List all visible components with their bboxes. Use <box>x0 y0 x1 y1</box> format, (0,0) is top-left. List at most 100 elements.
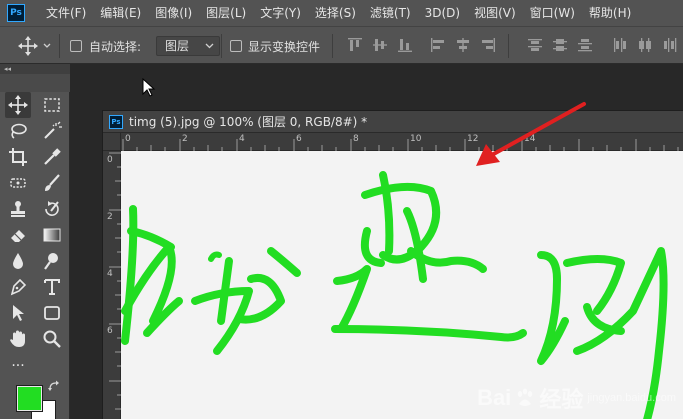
horizontal-ruler-ticks <box>122 139 679 151</box>
move-tool-icon <box>18 36 51 56</box>
ruler-label: 2 <box>182 134 188 144</box>
menu-filter[interactable]: 滤镜(T) <box>363 0 418 26</box>
distribute-vertical-centers-icon[interactable] <box>552 37 568 53</box>
menu-window[interactable]: 窗口(W) <box>523 0 582 26</box>
vertical-ruler-ticks <box>109 152 121 410</box>
ruler-label: 10 <box>410 134 422 144</box>
horizontal-ruler[interactable]: 0 2 4 6 8 10 12 14 <box>121 133 683 151</box>
swap-colors-icon[interactable] <box>48 380 60 392</box>
lasso-tool-button[interactable] <box>5 118 31 144</box>
crop-tool-button[interactable] <box>5 144 31 170</box>
align-left-edges-icon[interactable] <box>430 37 446 53</box>
blur-drop-icon <box>13 253 23 269</box>
crop-icon <box>9 148 27 166</box>
vertical-ruler[interactable]: 0 2 4 6 <box>103 151 121 419</box>
distribute-left-edges-icon[interactable] <box>612 37 628 53</box>
gradient-icon <box>43 228 61 242</box>
distribute-bottom-edges-icon[interactable] <box>577 37 593 53</box>
ruler-label: 6 <box>107 326 113 336</box>
auto-select-target-dropdown[interactable]: 图层 <box>156 36 220 56</box>
ruler-label: 2 <box>107 212 113 222</box>
type-tool-button[interactable] <box>39 274 65 300</box>
move-tool-icon <box>8 95 28 115</box>
align-bottom-edges-icon[interactable] <box>397 37 413 53</box>
blur-tool-button[interactable] <box>5 248 31 274</box>
menu-layer[interactable]: 图层(L) <box>199 0 253 26</box>
menu-view[interactable]: 视图(V) <box>467 0 523 26</box>
align-vertical-centers-icon[interactable] <box>372 37 388 53</box>
menu-3d[interactable]: 3D(D) <box>418 0 467 26</box>
watermark-url: jingyan.baidu.com <box>587 392 676 404</box>
healing-brush-icon <box>10 178 26 188</box>
brush-tool-button[interactable] <box>39 170 65 196</box>
show-transform-controls-checkbox[interactable] <box>230 40 242 52</box>
ruler-label: 6 <box>296 134 302 144</box>
show-transform-controls-label: 显示变换控件 <box>248 40 321 54</box>
ruler-label: 0 <box>107 155 113 165</box>
spot-healing-tool-button[interactable] <box>5 170 31 196</box>
eyedropper-icon <box>44 148 61 165</box>
baidu-watermark: Bai 经验 jingyan.baidu.com <box>477 382 676 414</box>
divider <box>59 34 60 58</box>
divider <box>221 34 222 58</box>
move-tool-button[interactable] <box>5 92 31 118</box>
rectangle-shape-icon <box>44 306 60 320</box>
dodge-tool-button[interactable] <box>39 248 65 274</box>
ruler-origin[interactable] <box>103 133 121 151</box>
tools-panel-grip[interactable] <box>0 74 70 92</box>
marquee-tool-button[interactable] <box>39 92 65 118</box>
distribute-top-edges-icon[interactable] <box>527 37 543 53</box>
menu-help[interactable]: 帮助(H) <box>582 0 638 26</box>
magnifier-icon <box>43 330 61 348</box>
magic-wand-icon <box>44 121 62 139</box>
stamp-icon <box>11 201 25 217</box>
document-tab[interactable]: Ps timg (5).jpg @ 100% (图层 0, RGB/8#) * <box>103 111 683 133</box>
history-brush-tool-button[interactable] <box>39 196 65 222</box>
eraser-tool-button[interactable] <box>5 222 31 248</box>
menu-edit[interactable]: 编辑(E) <box>93 0 148 26</box>
pen-tool-button[interactable] <box>5 274 31 300</box>
annotation-arrow <box>476 102 586 166</box>
lasso-icon <box>11 123 27 139</box>
align-right-edges-icon[interactable] <box>480 37 496 53</box>
options-bar: 自动选择: 图层 显示变换控件 <box>0 26 683 64</box>
foreground-color-swatch[interactable] <box>16 385 43 412</box>
align-top-edges-icon[interactable] <box>347 37 363 53</box>
chevron-down-icon <box>205 43 214 49</box>
ruler-label: 4 <box>107 269 113 279</box>
paw-logo-icon <box>518 388 533 406</box>
brush-icon <box>45 174 60 191</box>
auto-select-checkbox[interactable] <box>70 40 82 52</box>
dodge-icon <box>44 253 58 270</box>
divider <box>508 34 509 58</box>
document-title: timg (5).jpg @ 100% (图层 0, RGB/8#) * <box>129 115 368 129</box>
path-selection-tool-button[interactable] <box>5 300 31 326</box>
distribute-horizontal-centers-icon[interactable] <box>637 37 653 53</box>
move-tool-preset-button[interactable] <box>18 36 52 60</box>
pen-icon <box>10 278 27 296</box>
menu-type[interactable]: 文字(Y) <box>253 0 308 26</box>
collapse-panel-button[interactable]: ◂◂ <box>0 64 70 74</box>
path-selection-arrow-icon <box>13 305 24 321</box>
menu-file[interactable]: 文件(F) <box>39 0 93 26</box>
hand-tool-button[interactable] <box>5 326 31 352</box>
photoshop-logo-icon[interactable]: Ps <box>7 4 25 22</box>
rectangle-tool-button[interactable] <box>39 300 65 326</box>
edit-toolbar-button[interactable]: ... <box>5 352 31 372</box>
watermark-brand: Bai <box>477 385 512 410</box>
image-canvas[interactable]: Bai 经验 jingyan.baidu.com <box>121 151 683 419</box>
magic-wand-tool-button[interactable] <box>39 118 65 144</box>
divider <box>332 34 333 58</box>
align-horizontal-centers-icon[interactable] <box>455 37 471 53</box>
distribute-right-edges-icon[interactable] <box>662 37 678 53</box>
watermark-brand-suffix: 经验 <box>539 387 584 412</box>
clone-stamp-tool-button[interactable] <box>5 196 31 222</box>
menu-image[interactable]: 图像(I) <box>148 0 199 26</box>
gradient-tool-button[interactable] <box>39 222 65 248</box>
eyedropper-tool-button[interactable] <box>39 144 65 170</box>
menu-select[interactable]: 选择(S) <box>308 0 363 26</box>
document-window: Ps timg (5).jpg @ 100% (图层 0, RGB/8#) * … <box>102 110 683 419</box>
zoom-tool-button[interactable] <box>39 326 65 352</box>
auto-select-label: 自动选择: <box>89 40 142 54</box>
eraser-icon <box>11 230 25 242</box>
